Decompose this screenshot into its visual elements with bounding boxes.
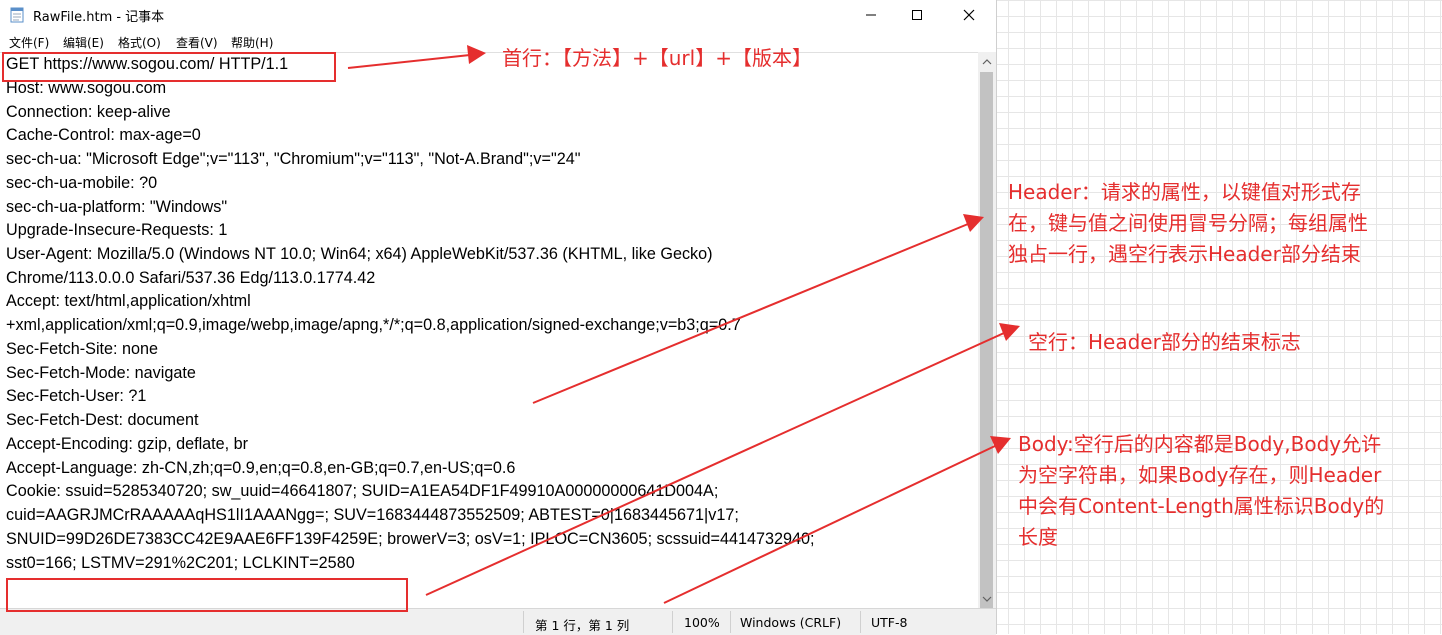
header-annotation-line-3: 独占一行，遇空行表示Header部分结束 — [1008, 242, 1361, 266]
first-line-annotation: 首行：【方法】+【url】+【版本】 — [502, 46, 812, 70]
blank-line-arrow — [425, 332, 1005, 596]
arrowhead-icon — [990, 436, 1011, 454]
first-line-arrow — [347, 54, 471, 69]
body-annotation-line-3: 中会有Content-Length属性标识Body的 — [1018, 494, 1385, 518]
arrowhead-icon — [467, 45, 486, 64]
arrowhead-icon — [999, 323, 1020, 341]
blank-line-annotation: 空行：Header部分的结束标志 — [1028, 330, 1301, 354]
annotation-arrows — [347, 45, 1020, 604]
header-arrow — [532, 223, 969, 404]
body-annotation-line-1: Body:空行后的内容都是Body,Body允许 — [1018, 432, 1382, 456]
header-annotation-line-2: 在，键与值之间使用冒号分隔；每组属性 — [1008, 211, 1368, 235]
body-arrow — [663, 445, 996, 604]
body-annotation-line-4: 长度 — [1018, 525, 1058, 549]
body-annotation-line-2: 为空字符串，如果Body存在，则Header — [1018, 463, 1382, 487]
header-annotation-line-1: Header：请求的属性，以键值对形式存 — [1008, 180, 1361, 204]
arrowhead-icon — [963, 214, 984, 232]
